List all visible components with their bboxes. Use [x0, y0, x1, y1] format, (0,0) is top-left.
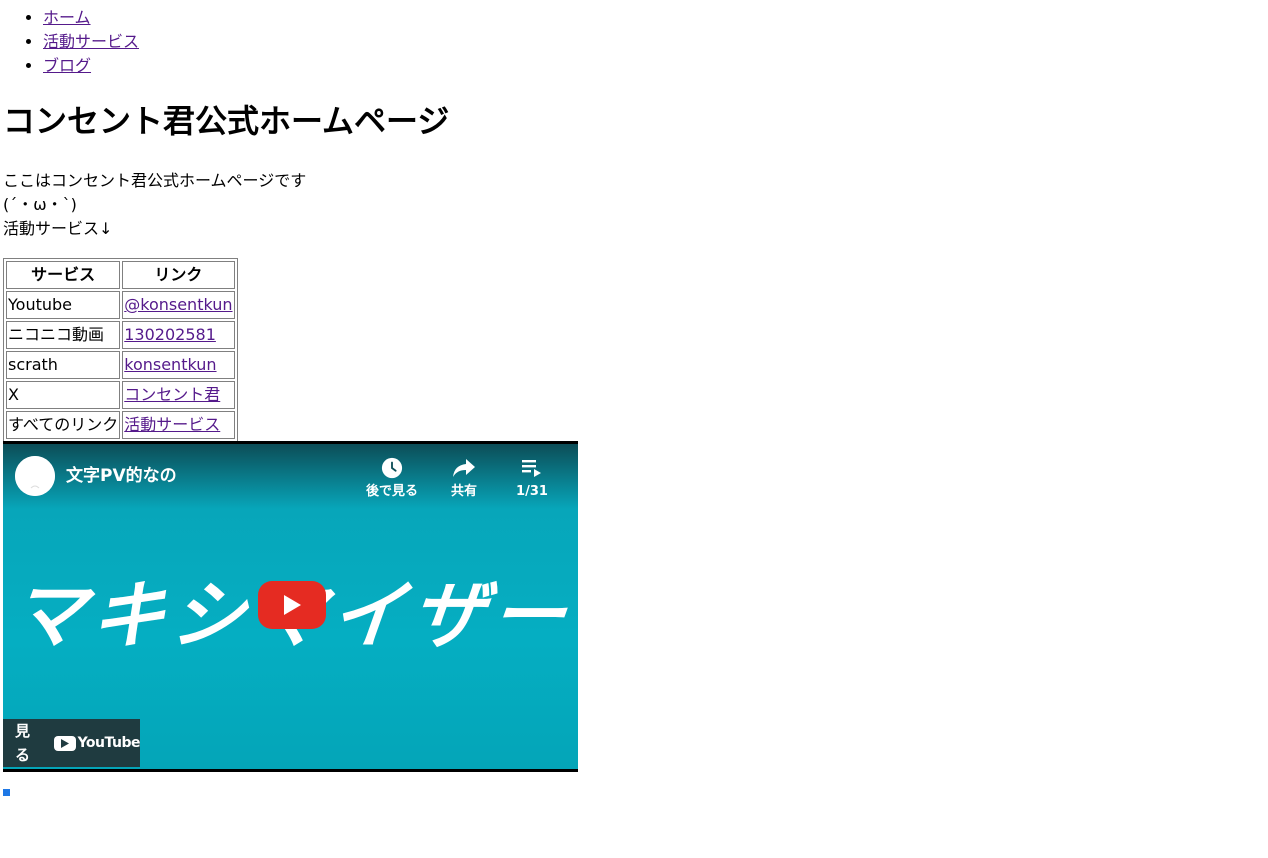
play-button[interactable] [258, 581, 326, 629]
clock-icon [362, 456, 422, 480]
service-link-cell: 130202581 [122, 321, 235, 349]
nav-link-services[interactable]: 活動サービス [43, 32, 139, 51]
youtube-wordmark: YouTube [77, 735, 141, 751]
nav-item-blog: ブログ [43, 54, 139, 78]
watch-on-label: 見る [15, 722, 31, 764]
nav-item-services: 活動サービス [43, 30, 139, 54]
marker-square [3, 789, 10, 796]
table-row: X コンセント君 [6, 381, 235, 409]
service-link[interactable]: @konsentkun [124, 295, 232, 314]
nav-list: ホーム 活動サービス ブログ [3, 6, 139, 78]
service-name: scrath [6, 351, 121, 379]
share-arrow-icon [434, 456, 494, 480]
service-link-cell: konsentkun [122, 351, 235, 379]
playlist-icon [502, 456, 562, 480]
watch-on-youtube-button[interactable]: 見る YouTube [3, 719, 141, 767]
intro-text: ここはコンセント君公式ホームページです (´・ω・`) 活動サービス↓ [3, 169, 306, 241]
nav-link-blog[interactable]: ブログ [43, 56, 91, 75]
service-link[interactable]: 活動サービス [124, 415, 220, 434]
service-link-cell: 活動サービス [122, 411, 235, 439]
service-link[interactable]: 130202581 [124, 325, 216, 344]
watch-later-label: 後で見る [365, 484, 418, 499]
youtube-play-icon [53, 735, 76, 751]
playlist-position: 1/31 [516, 484, 548, 499]
table-row: ニコニコ動画 130202581 [6, 321, 235, 349]
nav-item-home: ホーム [43, 6, 139, 30]
playlist-button[interactable]: 1/31 [502, 456, 562, 500]
table-row: すべてのリンク 活動サービス [6, 411, 235, 439]
services-table: サービス リンク Youtube @konsentkun ニコニコ動画 1302… [3, 258, 238, 442]
service-link-cell: コンセント君 [122, 381, 235, 409]
table-header-row: サービス リンク [6, 261, 235, 289]
header-service: サービス [6, 261, 121, 289]
service-link[interactable]: konsentkun [124, 355, 216, 374]
share-label: 共有 [450, 484, 477, 499]
share-button[interactable]: 共有 [434, 456, 494, 500]
play-icon [284, 595, 301, 615]
page: ホーム 活動サービス ブログ コンセント君公式ホームページ ここはコンセント君公… [3, 0, 578, 772]
nav-link-home[interactable]: ホーム [43, 8, 91, 27]
page-title: コンセント君公式ホームページ [3, 102, 450, 140]
table-row: Youtube @konsentkun [6, 291, 235, 319]
service-link[interactable]: コンセント君 [124, 385, 220, 404]
service-name: すべてのリンク [6, 411, 121, 439]
service-name: ニコニコ動画 [6, 321, 121, 349]
intro-line: 活動サービス↓ [3, 219, 113, 238]
header-link: リンク [122, 261, 235, 289]
channel-avatar[interactable] [15, 456, 55, 496]
table-row: scrath konsentkun [6, 351, 235, 379]
watch-later-button[interactable]: 後で見る [362, 456, 422, 500]
intro-line: ここはコンセント君公式ホームページです [3, 171, 307, 190]
youtube-embed[interactable]: 文字PV的なの 後で見る 共有 1/31 マキシマイザー [3, 441, 578, 772]
video-thumbnail[interactable]: 文字PV的なの 後で見る 共有 1/31 マキシマイザー [3, 444, 578, 769]
service-link-cell: @konsentkun [122, 291, 235, 319]
video-title[interactable]: 文字PV的なの [66, 464, 177, 488]
service-name: Youtube [6, 291, 121, 319]
video-header: 文字PV的なの [15, 456, 177, 496]
intro-line: (´・ω・`) [3, 195, 77, 214]
service-name: X [6, 381, 121, 409]
youtube-logo: YouTube [53, 731, 141, 755]
